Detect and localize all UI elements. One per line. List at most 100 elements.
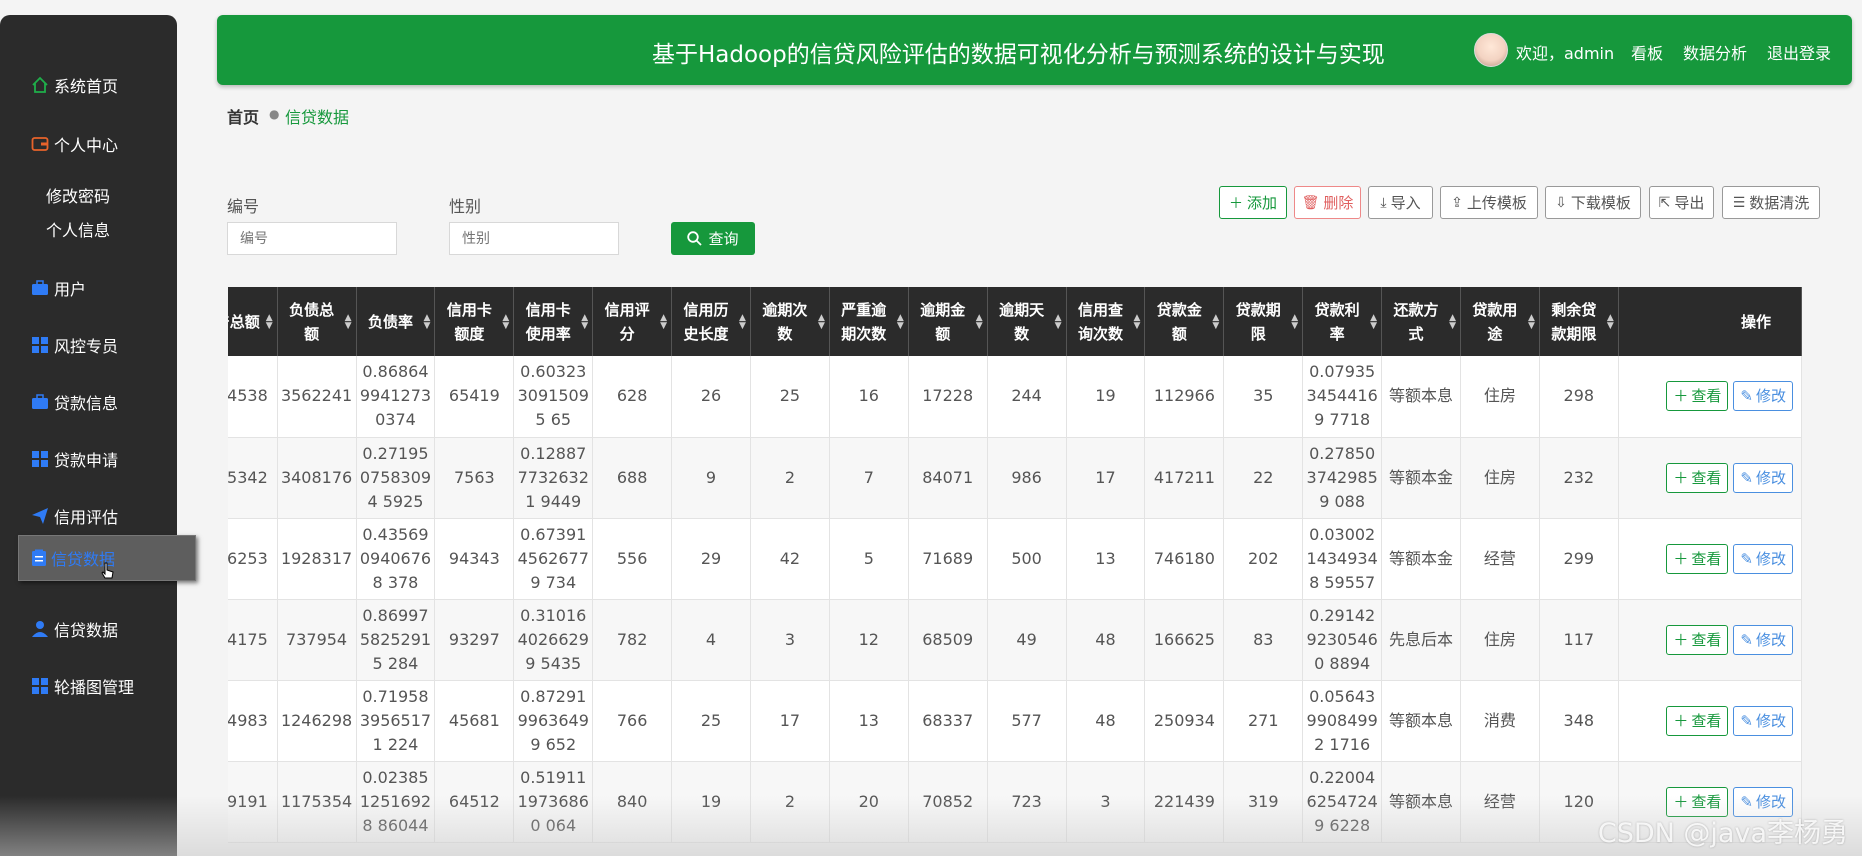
sidebar-item-loan-info[interactable]: 贷款信息 (30, 387, 118, 417)
edit-button[interactable]: ✎ 修改 (1733, 543, 1793, 574)
table-cell: 766 (592, 680, 673, 762)
column-header[interactable]: 严重逾期次数 ▲ ▼ (829, 287, 909, 356)
sidebar-item-risk-officer[interactable]: 风控专员 (30, 330, 118, 360)
sidebar-item-credit-data-active[interactable]: 信贷数据 (18, 535, 196, 581)
table-cell: 19 (671, 761, 751, 843)
column-header[interactable]: 贷款利率 ▲ ▼ (1302, 287, 1383, 356)
sort-icon[interactable]: ▲ ▼ (581, 313, 588, 330)
sidebar-item-personal-center[interactable]: 个人中心 (30, 129, 118, 159)
id-input[interactable] (227, 222, 397, 255)
column-header[interactable]: 逾期天数 ▲ ▼ (987, 287, 1067, 356)
edit-button[interactable]: ✎ 修改 (1733, 462, 1793, 493)
table-cell: 42 (750, 518, 830, 600)
sidebar-item-users[interactable]: 用户 (30, 273, 86, 303)
gender-label: 性别 (449, 197, 482, 216)
sort-icon[interactable]: ▲ ▼ (818, 313, 825, 330)
column-header[interactable]: 信用评分 ▲ ▼ (592, 287, 673, 356)
link-dashboard[interactable]: 看板 (1631, 40, 1663, 64)
sidebar-item-credit-evaluation[interactable]: 信用评估 (30, 501, 118, 531)
export-button[interactable]: ⇱ 导出 (1649, 186, 1714, 219)
column-header[interactable]: 还款方式 ▲ ▼ (1381, 287, 1461, 356)
sort-icon[interactable]: ▲ ▼ (1291, 313, 1298, 330)
sort-icon[interactable]: ▲ ▼ (502, 313, 509, 330)
table-cell: 65419 (434, 356, 515, 438)
table-cell: 0.0300214349348 59557 (1302, 518, 1383, 600)
avatar[interactable] (1474, 33, 1508, 67)
column-header[interactable]: 逾期次数 ▲ ▼ (750, 287, 830, 356)
upload-template-button[interactable]: ⇪ 上传模板 (1440, 186, 1538, 219)
table-cell: 746180 (1144, 518, 1225, 600)
column-header[interactable]: 负债总额 ▲ ▼ (277, 287, 357, 356)
data-table-container[interactable]: 产总额▲▼负债总额▲▼负债率▲▼信用卡额度▲▼信用卡使用率▲▼信用评分▲▼信用历… (228, 287, 1822, 856)
sort-icon[interactable]: ▲ ▼ (976, 313, 983, 330)
sidebar-item-label: 风控专员 (54, 337, 119, 356)
sort-icon[interactable]: ▲ ▼ (1607, 313, 1614, 330)
table-cell: 先息后本 (1381, 599, 1461, 681)
sidebar-subitem-change-password[interactable]: 修改密码 (46, 183, 110, 207)
breadcrumb-home[interactable]: 首页 (227, 104, 259, 128)
edit-button[interactable]: ✎ 修改 (1733, 624, 1793, 655)
link-data-analysis[interactable]: 数据分析 (1683, 40, 1747, 64)
sidebar-item-home[interactable]: 系统首页 (30, 70, 118, 100)
sort-icon[interactable]: ▲ ▼ (1055, 313, 1062, 330)
sidebar: 系统首页 个人中心 修改密码 个人信息 用户 风控专员 贷款信息 贷款申请 信用… (0, 15, 177, 856)
view-button[interactable]: ＋查看 (1666, 543, 1729, 574)
sidebar-item-carousel[interactable]: 轮播图管理 (30, 671, 134, 701)
cursor-pointer-icon (101, 562, 115, 586)
column-header[interactable]: 产总额 ▲▼ (228, 287, 278, 356)
table-cell: 0.0793534544169 7718 (1302, 356, 1383, 438)
edit-button[interactable]: ✎ 修改 (1733, 705, 1793, 736)
delete-button[interactable]: 🗑 删除 (1294, 186, 1361, 219)
sort-icon[interactable]: ▲ ▼ (739, 313, 746, 330)
grid-icon (30, 335, 50, 355)
sort-icon[interactable]: ▲ ▼ (1528, 313, 1535, 330)
table-cell: 48 (1066, 599, 1146, 681)
column-header[interactable]: 信用历史长度 ▲ ▼ (671, 287, 751, 356)
table-cell: 271 (1223, 680, 1304, 762)
column-header[interactable]: 负债率 ▲ ▼ (356, 287, 436, 356)
sort-icon[interactable]: ▲ ▼ (423, 313, 430, 330)
column-header[interactable]: 贷款期限 ▲ ▼ (1223, 287, 1304, 356)
sidebar-item-credit-data-2[interactable]: 信贷数据 (30, 614, 118, 644)
sort-icon[interactable]: ▲ ▼ (1370, 313, 1377, 330)
view-button[interactable]: ＋查看 (1666, 381, 1729, 412)
column-header[interactable]: 贷款用途 ▲ ▼ (1460, 287, 1540, 356)
sort-icon[interactable]: ▲ ▼ (660, 313, 667, 330)
view-button[interactable]: ＋查看 (1666, 705, 1729, 736)
table-cell: 68337 (908, 680, 988, 762)
table-cell: 0.8686499412730374 (356, 356, 436, 438)
table-cell: 住房 (1460, 356, 1540, 438)
plus-icon: ＋ (1673, 711, 1689, 730)
import-button[interactable]: ⤓ 导入 (1368, 186, 1433, 219)
table-cell: 0.8729199636499 652 (513, 680, 594, 762)
sidebar-subitem-profile[interactable]: 个人信息 (46, 217, 110, 241)
column-header[interactable]: 信用卡使用率 ▲ ▼ (513, 287, 594, 356)
add-button[interactable]: ＋添加 (1219, 186, 1287, 219)
sort-icon[interactable]: ▲ ▼ (897, 313, 904, 330)
gender-input[interactable] (449, 222, 619, 255)
column-header[interactable]: 逾期金额 ▲ ▼ (908, 287, 988, 356)
view-button[interactable]: ＋查看 (1666, 624, 1729, 655)
data-clean-button[interactable]: ☰ 数据清洗 (1722, 186, 1820, 219)
edit-button-label: 修改 (1755, 630, 1786, 649)
sort-icon[interactable]: ▲ ▼ (266, 313, 273, 330)
plus-icon: ＋ (1673, 549, 1689, 568)
sort-icon[interactable]: ▲ ▼ (1134, 313, 1141, 330)
trash-icon: 🗑 (1301, 194, 1320, 211)
view-button[interactable]: ＋查看 (1666, 462, 1729, 493)
column-header-label: 逾期天数 (999, 300, 1045, 343)
column-header[interactable]: 剩余贷款期限 ▲ ▼ (1539, 287, 1619, 356)
sort-icon[interactable]: ▲ ▼ (345, 313, 352, 330)
query-button[interactable]: 查询 (671, 222, 755, 255)
sidebar-item-loan-application[interactable]: 贷款申请 (30, 444, 118, 474)
sort-icon[interactable]: ▲ ▼ (1212, 313, 1219, 330)
sort-icon[interactable]: ▲ ▼ (1449, 313, 1456, 330)
table-cell: 34538 (228, 356, 278, 438)
link-logout[interactable]: 退出登录 (1767, 40, 1831, 64)
column-header[interactable]: 信用查询次数 ▲ ▼ (1066, 287, 1146, 356)
download-template-button[interactable]: ⇩ 下载模板 (1545, 186, 1641, 219)
edit-button[interactable]: ✎ 修改 (1733, 381, 1793, 412)
column-header[interactable]: 贷款金额 ▲ ▼ (1144, 287, 1225, 356)
table-cell: 经营 (1460, 518, 1540, 600)
column-header[interactable]: 信用卡额度 ▲ ▼ (434, 287, 515, 356)
